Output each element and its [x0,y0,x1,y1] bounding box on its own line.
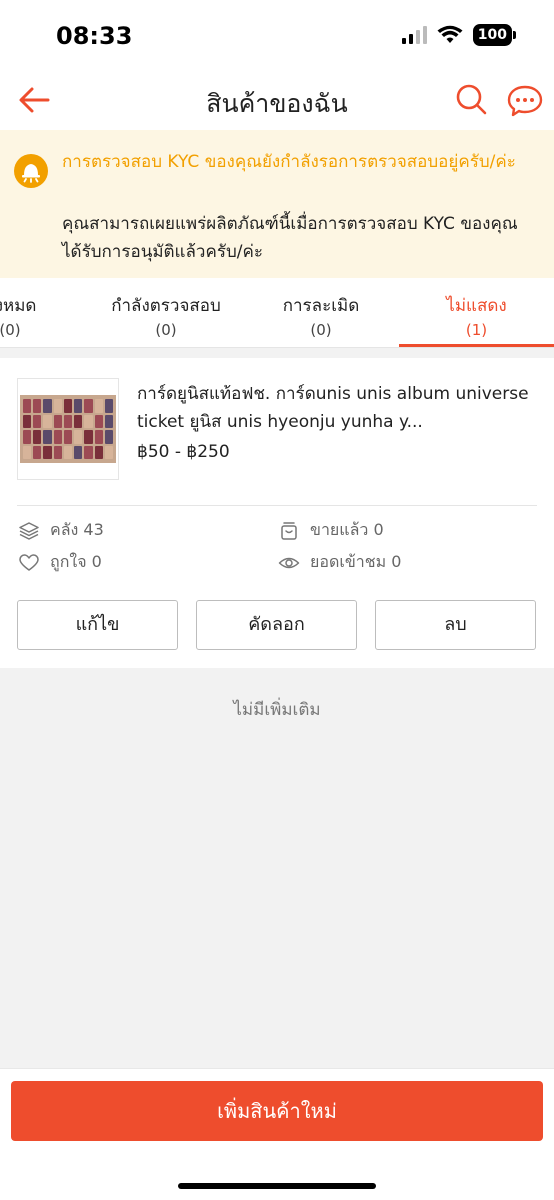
tab-label: ไม่แสดง [446,296,507,316]
status-time: 08:33 [56,22,133,50]
tab-count: (1) [465,321,488,339]
eye-icon [278,557,300,568]
chat-icon[interactable] [504,80,546,122]
bottom-action-bar: เพิ่มสินค้าใหม่ [0,1068,554,1200]
tab-hidden[interactable]: ไม่แสดง (1) [399,292,554,339]
tab-count: (0) [155,321,177,339]
tab-count: (0) [0,321,21,339]
status-tabs: ทั้งหมด (0) กำลังตรวจสอบ (0) การละเมิด (… [0,278,554,348]
status-bar: 08:33 100 [0,0,554,72]
signal-icon [401,26,427,44]
tab-violations[interactable]: การละเมิด (0) [250,292,392,339]
kyc-title: การตรวจสอบ KYC ของคุณยังกำลังรอการตรวจสอ… [62,152,516,172]
layers-icon [19,521,39,540]
views-label: ยอดเข้าชม 0 [310,552,402,571]
box-icon [281,521,297,540]
tab-label: กำลังตรวจสอบ [111,296,221,316]
bell-icon [14,154,48,188]
product-card: การ์ดยูนิสแท้อฟช. การ์ดunis unis album u… [0,358,554,668]
stock-stat: คลัง 43 [18,518,104,543]
stock-label: คลัง 43 [50,520,104,539]
likes-label: ถูกใจ 0 [50,552,102,571]
edit-button[interactable]: แก้ไข [17,600,178,650]
kyc-description: คุณสามารถเผยแพร่ผลิตภัณฑ์นี้เมื่อการตรวจ… [62,214,518,262]
sold-label: ขายแล้ว 0 [310,520,384,539]
product-price: ฿50 - ฿250 [137,442,230,462]
sold-stat: ขายแล้ว 0 [278,518,384,543]
copy-button[interactable]: คัดลอก [196,600,357,650]
divider [17,505,537,506]
search-icon[interactable] [452,80,492,120]
heart-icon [19,553,39,571]
tab-under-review[interactable]: กำลังตรวจสอบ (0) [92,292,240,339]
battery-level: 100 [472,24,512,46]
add-new-product-button[interactable]: เพิ่มสินค้าใหม่ [11,1081,543,1141]
likes-stat: ถูกใจ 0 [18,550,102,575]
tab-all[interactable]: ทั้งหมด (0) [0,292,60,339]
top-app-bar: สินค้าของฉัน [0,72,554,130]
home-indicator[interactable] [178,1183,376,1189]
delete-button[interactable]: ลบ [375,600,536,650]
status-icons: 100 [401,24,516,46]
product-name[interactable]: การ์ดยูนิสแท้อฟช. การ์ดunis unis album u… [137,380,537,436]
active-tab-indicator [399,344,554,347]
no-more-items-text: ไม่มีเพิ่มเติม [233,700,321,720]
tab-label: การละเมิด [282,296,360,316]
tab-label: ทั้งหมด [0,296,37,316]
tab-count: (0) [310,321,332,339]
battery-icon: 100 [472,24,516,46]
views-stat: ยอดเข้าชม 0 [278,550,401,575]
wifi-icon [437,25,463,43]
kyc-notice-banner: การตรวจสอบ KYC ของคุณยังกำลังรอการตรวจสอ… [0,130,554,278]
product-thumbnail[interactable] [17,378,119,480]
